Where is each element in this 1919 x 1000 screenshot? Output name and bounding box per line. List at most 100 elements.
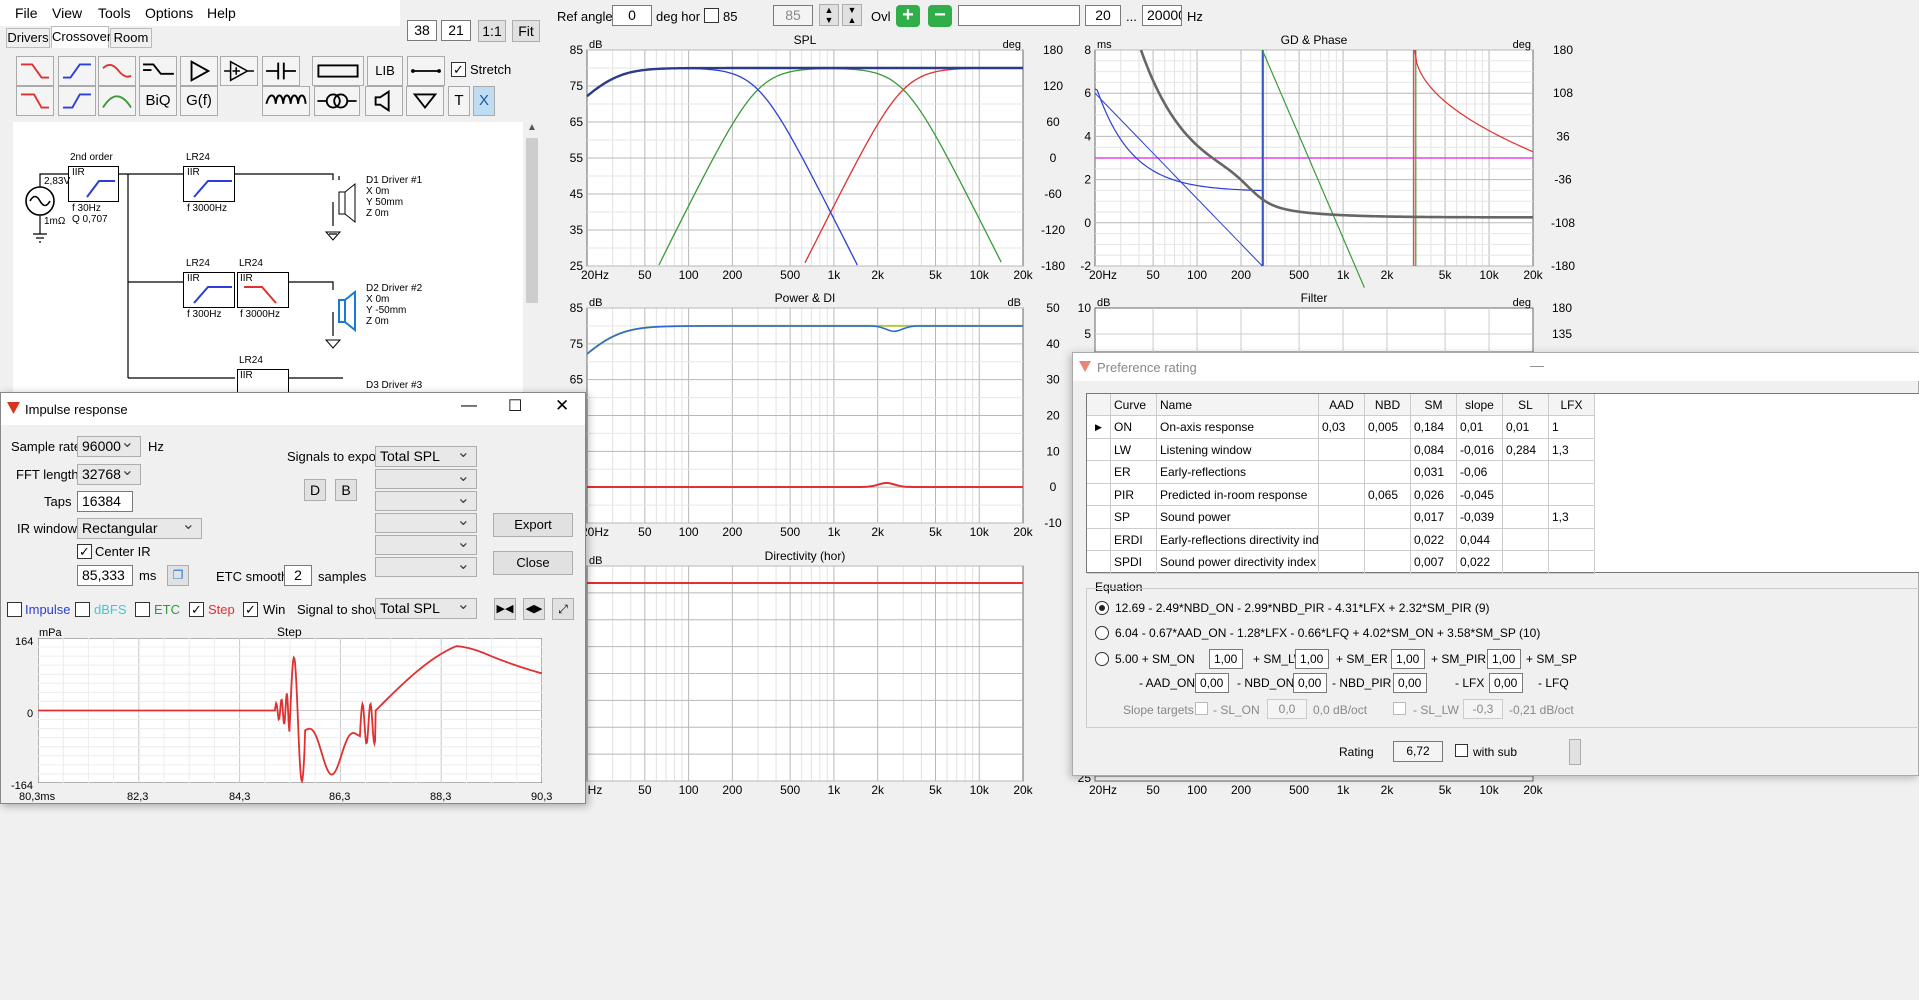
weight-aad-on[interactable]: 0,00: [1195, 673, 1229, 693]
signal-show-select[interactable]: Total SPL: [375, 598, 477, 619]
fft-length-select[interactable]: 32768: [77, 464, 141, 485]
tab-crossover[interactable]: Crossover: [51, 26, 111, 48]
spl-max-input[interactable]: 85: [773, 5, 813, 26]
impulse-checkbox[interactable]: [7, 602, 22, 617]
close-x-button[interactable]: X: [473, 86, 495, 116]
gf-button[interactable]: G(f): [180, 86, 218, 116]
signal-export-3[interactable]: [375, 491, 477, 511]
pref-minimize-icon[interactable]: —: [1530, 357, 1544, 373]
bandpass-red-icon[interactable]: [98, 56, 136, 86]
eq1-radio[interactable]: [1095, 601, 1109, 615]
signal-export-2[interactable]: [375, 469, 477, 489]
etc-checkbox[interactable]: [135, 602, 150, 617]
menu-options[interactable]: Options: [145, 5, 193, 21]
text-tool-button[interactable]: T: [448, 86, 470, 116]
bandpass-green-icon[interactable]: [98, 86, 136, 116]
curve-cell[interactable]: ON: [1111, 416, 1157, 439]
weight-sm-pir[interactable]: 1,00: [1487, 649, 1521, 669]
zoom-1to1-button[interactable]: 1:1: [478, 20, 506, 42]
schematic-scrollbar[interactable]: ▲: [524, 122, 540, 392]
fullscreen-icon[interactable]: ⤢: [552, 598, 574, 620]
inverting-amp-icon[interactable]: [220, 56, 258, 86]
curve-cell[interactable]: PIR: [1111, 483, 1157, 506]
with-sub-checkbox[interactable]: [1455, 744, 1468, 757]
ref-angle-input[interactable]: 0: [612, 5, 652, 26]
tab-room[interactable]: Room: [110, 28, 152, 48]
spl-max-checkbox[interactable]: [704, 8, 719, 23]
expand-horizontal-icon[interactable]: ◀▶: [523, 598, 545, 620]
zoom-out-icon[interactable]: −: [928, 5, 952, 27]
export-button[interactable]: Export: [493, 513, 573, 537]
shelf-icon[interactable]: [139, 56, 177, 86]
curve-cell[interactable]: SPDI: [1111, 551, 1157, 574]
signal-export-1[interactable]: Total SPL: [375, 446, 477, 467]
center-ir-input[interactable]: 85,333: [77, 565, 133, 586]
dbfs-checkbox[interactable]: [75, 602, 90, 617]
sl-on-input[interactable]: 0,0: [1267, 699, 1307, 719]
eq2-radio[interactable]: [1095, 626, 1109, 640]
d-button[interactable]: D: [304, 479, 326, 501]
spl-fit-button[interactable]: ▼ ▲: [842, 4, 862, 26]
eq3-radio[interactable]: [1095, 652, 1109, 666]
sl-lw-input[interactable]: -0,3: [1463, 699, 1503, 719]
center-ir-checkbox[interactable]: ✓: [77, 544, 92, 559]
freq-from-input[interactable]: 20: [1085, 5, 1121, 26]
tab-drivers[interactable]: Drivers: [6, 28, 50, 48]
menu-tools[interactable]: Tools: [98, 5, 131, 21]
step-checkbox[interactable]: ✓: [189, 602, 204, 617]
freq-to-input[interactable]: 20000: [1142, 5, 1182, 26]
shrink-horizontal-icon[interactable]: ▶◀: [494, 598, 516, 620]
wire-icon[interactable]: [407, 56, 445, 86]
weight-nbd-pir[interactable]: 0,00: [1393, 673, 1427, 693]
ir-window-select[interactable]: Rectangular: [77, 518, 202, 539]
inductor-icon[interactable]: [262, 86, 310, 116]
stretch-checkbox[interactable]: ✓: [451, 62, 466, 77]
etc-smooth-input[interactable]: 2: [284, 565, 312, 586]
curve-cell[interactable]: LW: [1111, 438, 1157, 461]
taps-input[interactable]: 16384: [77, 491, 133, 512]
curve-cell[interactable]: ERDI: [1111, 528, 1157, 551]
spl-updown-button[interactable]: ▲ ▼: [819, 4, 839, 26]
resistor-icon[interactable]: [312, 56, 364, 86]
amplifier-icon[interactable]: [180, 56, 218, 86]
zoom-fit-button[interactable]: Fit: [512, 20, 540, 42]
weight-lfx[interactable]: 0,00: [1489, 673, 1523, 693]
highpass-red-icon[interactable]: [16, 56, 54, 86]
signal-export-4[interactable]: [375, 513, 477, 533]
weight-sm-lw[interactable]: 1,00: [1295, 649, 1329, 669]
sample-rate-select[interactable]: 96000: [77, 436, 141, 457]
pref-titlebar[interactable]: [1073, 353, 1919, 381]
weight-sm-on[interactable]: 1,00: [1209, 649, 1243, 669]
speaker-icon[interactable]: [365, 86, 403, 116]
sl-on-checkbox[interactable]: [1195, 702, 1208, 715]
minimize-icon[interactable]: —: [461, 397, 477, 415]
menu-view[interactable]: View: [52, 5, 82, 21]
capacitor-icon[interactable]: [262, 56, 300, 86]
curve-cell[interactable]: ER: [1111, 461, 1157, 484]
weight-nbd-on[interactable]: 0,00: [1293, 673, 1327, 693]
signal-export-5[interactable]: [375, 535, 477, 555]
lowpass-blue-icon[interactable]: [58, 56, 96, 86]
weight-sm-er[interactable]: 1,00: [1391, 649, 1425, 669]
highpass-blue-icon[interactable]: [58, 86, 96, 116]
curve-cell[interactable]: SP: [1111, 506, 1157, 529]
lowpass-red-icon[interactable]: [16, 86, 54, 116]
biquad-button[interactable]: BiQ: [139, 86, 177, 116]
signal-export-6[interactable]: [375, 557, 477, 577]
scroll-up-arrow-icon[interactable]: ▲: [524, 122, 540, 133]
close-button[interactable]: Close: [493, 551, 573, 575]
win-checkbox[interactable]: ✓: [243, 602, 258, 617]
menu-help[interactable]: Help: [207, 5, 236, 21]
b-button[interactable]: B: [335, 479, 357, 501]
zoom-field-a[interactable]: 38: [407, 20, 437, 41]
menu-file[interactable]: File: [15, 5, 38, 21]
close-icon[interactable]: ✕: [555, 396, 569, 416]
sl-lw-checkbox[interactable]: [1393, 702, 1406, 715]
zoom-in-icon[interactable]: +: [896, 5, 920, 27]
transformer-icon[interactable]: [314, 86, 360, 116]
lib-button[interactable]: LIB: [367, 56, 403, 86]
copy-icon[interactable]: ❐: [167, 565, 189, 586]
maximize-icon[interactable]: ☐: [508, 396, 522, 416]
scrollbar-thumb[interactable]: [526, 138, 538, 303]
ground-icon[interactable]: [406, 86, 444, 116]
